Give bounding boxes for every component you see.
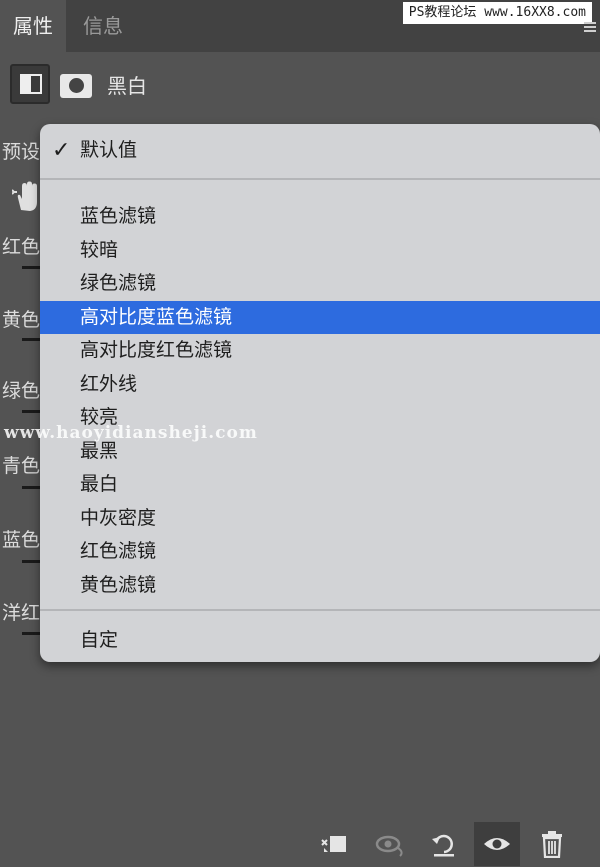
menu-divider [40,609,600,611]
mask-icon[interactable] [58,64,98,104]
reset-icon[interactable] [428,830,460,858]
preset-label: 预设 [2,141,41,163]
tab-properties[interactable]: 属性 [0,0,66,52]
trash-icon[interactable] [536,830,568,858]
slider-label-magenta: 洋红 [2,602,41,624]
menu-divider [40,178,600,180]
top-watermark: PS教程论坛 www.16XX8.com [402,2,592,24]
preset-option[interactable]: 高对比度红色滤镜 [40,334,600,367]
preset-option[interactable]: 较暗 [40,234,600,267]
view-previous-state-icon[interactable] [374,830,406,858]
preset-option-custom[interactable]: 自定 [40,624,600,657]
preset-option[interactable]: 中灰密度 [40,502,600,535]
slider-label-red: 红色 [2,236,41,258]
targeted-adjust-hand-icon[interactable] [12,180,42,214]
preset-option[interactable]: 绿色滤镜 [40,267,600,300]
adjustment-title: 黑白 [107,74,147,98]
preset-dropdown-menu: ✓ 默认值 蓝色滤镜 较暗 绿色滤镜 高对比度蓝色滤镜 高对比度红色滤镜 红外线… [40,124,600,662]
slider-label-cyan: 青色 [2,455,41,477]
slider-label-blue: 蓝色 [2,529,41,551]
slider-label-yellow: 黄色 [2,309,41,331]
preset-option[interactable]: 红外线 [40,368,600,401]
checkmark-icon: ✓ [52,138,71,163]
slider-label-green: 绿色 [2,380,41,402]
panel-tab-bar: 属性 信息 PS教程论坛 www.16XX8.com [0,0,600,52]
tab-info[interactable]: 信息 [66,0,140,52]
preset-option[interactable]: 红色滤镜 [40,535,600,568]
watermark-text: www.haoyidiansheji.com [4,423,258,443]
preset-option-default[interactable]: ✓ 默认值 [40,134,600,167]
bottom-toolbar [0,820,600,867]
preset-option[interactable]: 黄色滤镜 [40,569,600,602]
black-white-adjustment-icon[interactable] [10,64,50,104]
clip-to-layer-icon[interactable] [318,830,350,858]
preset-option[interactable]: 最白 [40,468,600,501]
panel-menu-icon[interactable] [584,22,596,32]
preset-option[interactable]: 蓝色滤镜 [40,200,600,233]
visibility-eye-icon[interactable] [481,830,513,858]
preset-option-selected[interactable]: 高对比度蓝色滤镜 [40,301,600,334]
